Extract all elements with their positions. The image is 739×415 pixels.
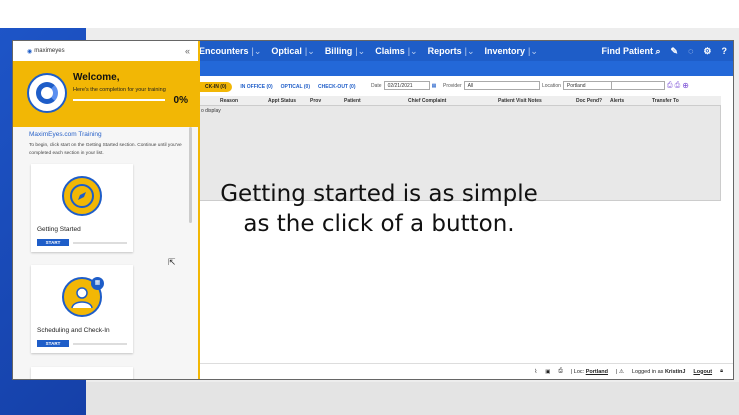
grid-header: Reason Appt Status Prov Patient Chief Co…: [199, 96, 721, 105]
caption-line-2: as the click of a button.: [243, 211, 515, 237]
tab-check-out[interactable]: CHECK-OUT (0): [318, 84, 356, 90]
tab-check-in[interactable]: CK-IN (0): [199, 82, 233, 92]
find-patient-link[interactable]: Find Patient ⌕: [601, 46, 660, 57]
empty-grid-text: o display: [201, 108, 221, 114]
lock-icon: 🔒︎: [720, 368, 723, 374]
col-reason[interactable]: Reason: [220, 98, 238, 104]
completion-progress-bar: [73, 99, 165, 101]
location-status: | Loc: Portland: [570, 368, 609, 375]
printer-icon[interactable]: ⎙: [667, 82, 673, 90]
training-description: To begin, click start on the Getting Sta…: [29, 143, 182, 156]
provider-select[interactable]: All: [463, 81, 540, 90]
location-link[interactable]: Portland: [586, 369, 608, 375]
card-next[interactable]: [31, 367, 133, 379]
nav-inventory[interactable]: Inventory |⌄: [485, 46, 538, 57]
completion-percent: 0%: [173, 95, 188, 106]
notes-icon[interactable]: ▣: [545, 369, 550, 375]
calendar-icon[interactable]: ▦: [432, 83, 437, 89]
col-doc-pend[interactable]: Doc Pend?: [576, 98, 602, 104]
status-bar: ⌇ ▣ ⎙ | Loc: Portland | ⚠ Logged in as K…: [199, 363, 733, 379]
welcome-title: Welcome,: [73, 72, 120, 83]
col-visit-notes[interactable]: Patient Visit Notes: [498, 98, 542, 104]
add-icon[interactable]: ⊕: [682, 81, 689, 90]
printer-alt-icon[interactable]: ⎙: [675, 82, 681, 90]
card-label-getting-started: Getting Started: [37, 226, 81, 233]
welcome-banner: Welcome, Here's the completion for your …: [13, 61, 198, 127]
col-chief-complaint[interactable]: Chief Complaint: [408, 98, 446, 104]
training-title: MaximEyes.com Training: [29, 131, 102, 138]
caption-overlay: Getting started is as simple as the clic…: [199, 179, 559, 239]
date-filter: Date 02/21/2021 ▦: [371, 81, 437, 90]
card-progress-track: [73, 242, 127, 244]
tab-optical[interactable]: OPTICAL (0): [281, 84, 310, 90]
logout-link[interactable]: Logout: [693, 369, 712, 375]
logo-mark-icon: ◉: [27, 48, 33, 55]
nav-encounters[interactable]: Encounters |⌄: [199, 46, 261, 57]
swirl-badge-icon: [27, 73, 67, 113]
calendar-badge-icon: ▦: [91, 277, 104, 290]
panel-scrollbar[interactable]: [189, 127, 192, 223]
caption-line-1: Getting started is as simple: [220, 181, 538, 207]
card-getting-started[interactable]: Getting Started START: [31, 164, 133, 252]
start-button-getting-started[interactable]: START: [37, 239, 69, 246]
nav-reports[interactable]: Reports |⌄: [428, 46, 475, 57]
mouse-cursor-icon: ⇱: [168, 257, 176, 267]
background-top: [86, 0, 739, 28]
gear-icon[interactable]: ⚙: [703, 46, 711, 57]
logo: ◉ maximeyes: [27, 48, 65, 55]
col-alerts[interactable]: Alerts: [610, 98, 624, 104]
broom-icon[interactable]: ⌇: [535, 369, 538, 375]
col-transfer-to[interactable]: Transfer To: [652, 98, 679, 104]
col-prov[interactable]: Prov: [310, 98, 321, 104]
edit-icon[interactable]: ✎: [671, 46, 679, 57]
background-bottom: [86, 382, 739, 415]
start-button-scheduling[interactable]: START: [37, 340, 69, 347]
date-field[interactable]: 02/21/2021: [383, 81, 430, 90]
training-panel: ◉ maximeyes « Welcome, Here's the complet…: [13, 41, 200, 379]
logged-in-text: Logged in as KristinJ: [631, 368, 686, 375]
card-scheduling[interactable]: ▦ Scheduling and Check-In START: [31, 265, 133, 353]
background-top-left: [0, 0, 86, 28]
nav-optical[interactable]: Optical |⌄: [271, 46, 314, 57]
nav-right-tools: Find Patient ⌕ ✎ ◌ ⚙ ?: [601, 41, 727, 61]
nav-claims[interactable]: Claims |⌄: [375, 46, 417, 57]
col-patient[interactable]: Patient: [344, 98, 361, 104]
location-filter: Location Portland: [542, 81, 619, 90]
compass-icon: [62, 176, 102, 216]
card-label-scheduling: Scheduling and Check-In: [37, 327, 110, 334]
help-icon[interactable]: ?: [722, 46, 728, 56]
col-appt-status[interactable]: Appt Status: [268, 98, 296, 104]
printer-status-icon[interactable]: ⎙: [558, 368, 562, 375]
welcome-subtitle: Here's the completion for your training: [73, 87, 166, 93]
provider-filter: Provider All: [443, 81, 540, 90]
training-list: MaximEyes.com Training To begin, click s…: [13, 127, 198, 379]
app-window: Encounters |⌄ Optical |⌄ Billing |⌄ Claims |…: [12, 40, 734, 380]
nav-billing[interactable]: Billing |⌄: [325, 46, 365, 57]
chat-icon[interactable]: ◌: [688, 46, 693, 56]
collapse-icon[interactable]: «: [185, 46, 190, 56]
panel-header: ◉ maximeyes «: [13, 41, 198, 61]
patient-filter-input[interactable]: [611, 81, 665, 90]
search-icon: ⌕: [655, 45, 661, 56]
search-filter: ⎙ ⎙ ⊕: [611, 81, 689, 90]
alert-icon[interactable]: | ⚠: [616, 369, 624, 375]
tab-in-office[interactable]: IN OFFICE (0): [240, 84, 272, 90]
card-progress-track: [73, 343, 127, 345]
